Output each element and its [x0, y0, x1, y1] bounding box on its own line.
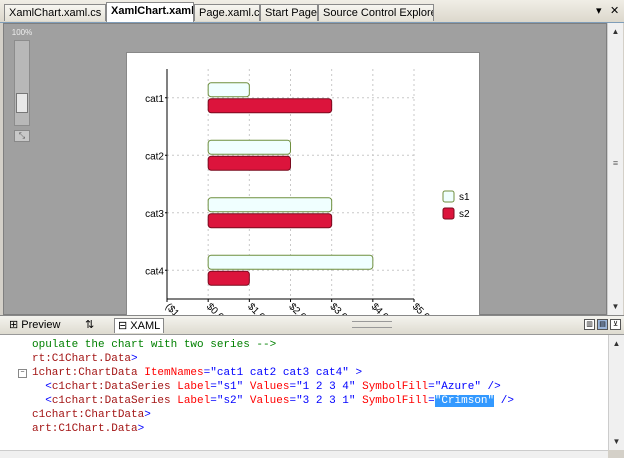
code-token: < — [32, 395, 52, 407]
code-token: ItemNames — [144, 367, 204, 379]
code-token: art:C1Chart.Data — [32, 423, 138, 435]
tab-dropdown-icon[interactable]: ▾ — [596, 4, 602, 17]
bar-s1-cat4 — [207, 254, 374, 270]
bar-s2-cat4 — [207, 270, 250, 286]
bar-s1-cat1 — [207, 82, 250, 98]
bar-s2-cat3 — [207, 213, 333, 229]
bar-s2-cat2 — [207, 155, 291, 171]
code-vertical-scrollbar[interactable]: ▲ ▼ — [608, 335, 624, 450]
tab-source-control-explorer[interactable]: Source Control Explorer — [318, 4, 434, 21]
zoom-level-label: 100% — [11, 28, 33, 37]
code-token: ="s2" — [210, 395, 250, 407]
code-token: > — [137, 423, 145, 435]
code-token: ="3 2 3 1" — [289, 395, 363, 407]
code-token: > — [131, 353, 138, 365]
scroll-thumb[interactable]: ≡ — [610, 158, 621, 172]
zoom-slider[interactable] — [14, 40, 30, 126]
design-surface: 100% ⤡ cat1cat2cat3cat4($1.00)$0.00$1.00… — [3, 23, 607, 330]
code-token: /> — [480, 381, 501, 393]
scroll-down-arrow-icon[interactable]: ▼ — [608, 299, 623, 314]
fit-to-window-icon[interactable]: ⤡ — [14, 130, 30, 142]
bar-s1-cat2 — [207, 139, 291, 155]
selected-text: "Crimson" — [434, 395, 495, 407]
xaml-tab-label: XAML — [130, 320, 161, 332]
preview-tab-label: Preview — [21, 319, 61, 331]
category-label: cat3 — [145, 209, 164, 220]
close-icon[interactable]: ✕ — [610, 4, 619, 17]
splitter-grip[interactable] — [352, 321, 392, 328]
code-horizontal-scrollbar[interactable] — [0, 450, 608, 458]
chart-canvas: cat1cat2cat3cat4($1.00)$0.00$1.00$2.00$3… — [126, 52, 480, 330]
code-scroll-down-arrow-icon[interactable]: ▼ — [609, 434, 624, 449]
code-token: Values — [249, 395, 290, 407]
category-label: cat2 — [145, 151, 164, 162]
chart-plot: cat1cat2cat3cat4($1.00)$0.00$1.00$2.00$3… — [145, 69, 470, 329]
code-token: Values — [249, 381, 290, 393]
code-token: Label — [177, 381, 211, 393]
code-token: rt:C1Chart.Data — [32, 353, 132, 365]
zoom-slider-thumb[interactable] — [16, 93, 28, 113]
code-line[interactable]: opulate the chart with two series --> — [32, 338, 276, 352]
vertical-split-icon[interactable]: ▥ — [584, 319, 595, 330]
tab-page-cs[interactable]: Page.xaml.cs — [194, 4, 260, 21]
designer-vertical-scrollbar[interactable]: ▲ ≡ ▼ — [607, 23, 623, 315]
code-token: c1chart:DataSeries — [51, 381, 178, 393]
bar-s2-cat1 — [207, 98, 333, 114]
swap-panes-button[interactable]: ⇅ — [82, 318, 97, 333]
tab-start-page[interactable]: Start Page — [260, 4, 318, 21]
code-token: ="s1" — [210, 381, 250, 393]
code-token: c1chart:DataSeries — [51, 395, 178, 407]
collapse-pane-icon[interactable]: ⊻ — [610, 319, 621, 330]
category-label: cat4 — [145, 266, 164, 277]
fold-toggle-icon[interactable]: − — [18, 369, 27, 378]
code-token: SymbolFill — [362, 395, 429, 407]
xaml-code-editor[interactable]: − opulate the chart with two series --> r… — [0, 335, 608, 458]
code-token: ="Azure" — [428, 381, 481, 393]
horizontal-split-icon[interactable]: ▤ — [597, 319, 608, 330]
tab-xaml[interactable]: ⊟ XAML — [114, 318, 165, 333]
document-tab-bar: XamlChart.xaml.cs XamlChart.xaml* Page.x… — [0, 0, 624, 23]
category-label: cat1 — [145, 94, 164, 105]
bar-s1-cat3 — [207, 197, 333, 213]
legend-label-s1: s1 — [459, 192, 470, 203]
code-line[interactable]: rt:C1Chart.Data> — [32, 352, 138, 366]
code-token: SymbolFill — [362, 381, 429, 393]
code-token: > — [348, 367, 363, 379]
tab-preview[interactable]: ⊞ Preview — [6, 318, 63, 333]
tab-xamlchart-xaml[interactable]: XamlChart.xaml* — [106, 2, 194, 22]
code-token: ="cat1 cat2 cat3 cat4" — [203, 367, 349, 379]
code-line[interactable]: art:C1Chart.Data> — [32, 422, 144, 436]
code-token: 1chart:ChartData — [32, 367, 145, 379]
code-token: /> — [494, 395, 514, 407]
code-line[interactable]: <c1chart:DataSeries Label="s2" Values="3… — [32, 394, 514, 408]
editor-gutter: − — [0, 335, 30, 458]
preview-icon: ⊞ — [9, 319, 22, 331]
code-token: opulate the chart with two series --> — [32, 339, 277, 351]
code-token: > — [144, 409, 151, 421]
code-token: c1chart:ChartData — [32, 409, 145, 421]
scroll-up-arrow-icon[interactable]: ▲ — [608, 24, 623, 39]
pane-split-bar: ⊞ Preview ⇅ ⊟ XAML ▥ ▤ ⊻ — [0, 315, 624, 335]
code-token: Label — [177, 395, 211, 407]
code-token: ="1 2 3 4" — [289, 381, 363, 393]
legend-swatch-s2 — [442, 207, 455, 220]
code-token: = — [428, 395, 435, 407]
code-scroll-up-arrow-icon[interactable]: ▲ — [609, 336, 624, 351]
xaml-icon: ⊟ — [118, 320, 131, 332]
code-line[interactable]: <c1chart:DataSeries Label="s1" Values="1… — [32, 380, 501, 394]
code-line[interactable]: c1chart:ChartData> — [32, 408, 151, 422]
zoom-control: 100% ⤡ — [10, 28, 34, 144]
legend-swatch-s1 — [442, 190, 455, 203]
legend-label-s2: s2 — [459, 209, 470, 220]
tab-xamlchart-cs[interactable]: XamlChart.xaml.cs — [4, 4, 106, 21]
code-line[interactable]: 1chart:ChartData ItemNames="cat1 cat2 ca… — [32, 366, 362, 380]
code-token: < — [32, 381, 52, 393]
